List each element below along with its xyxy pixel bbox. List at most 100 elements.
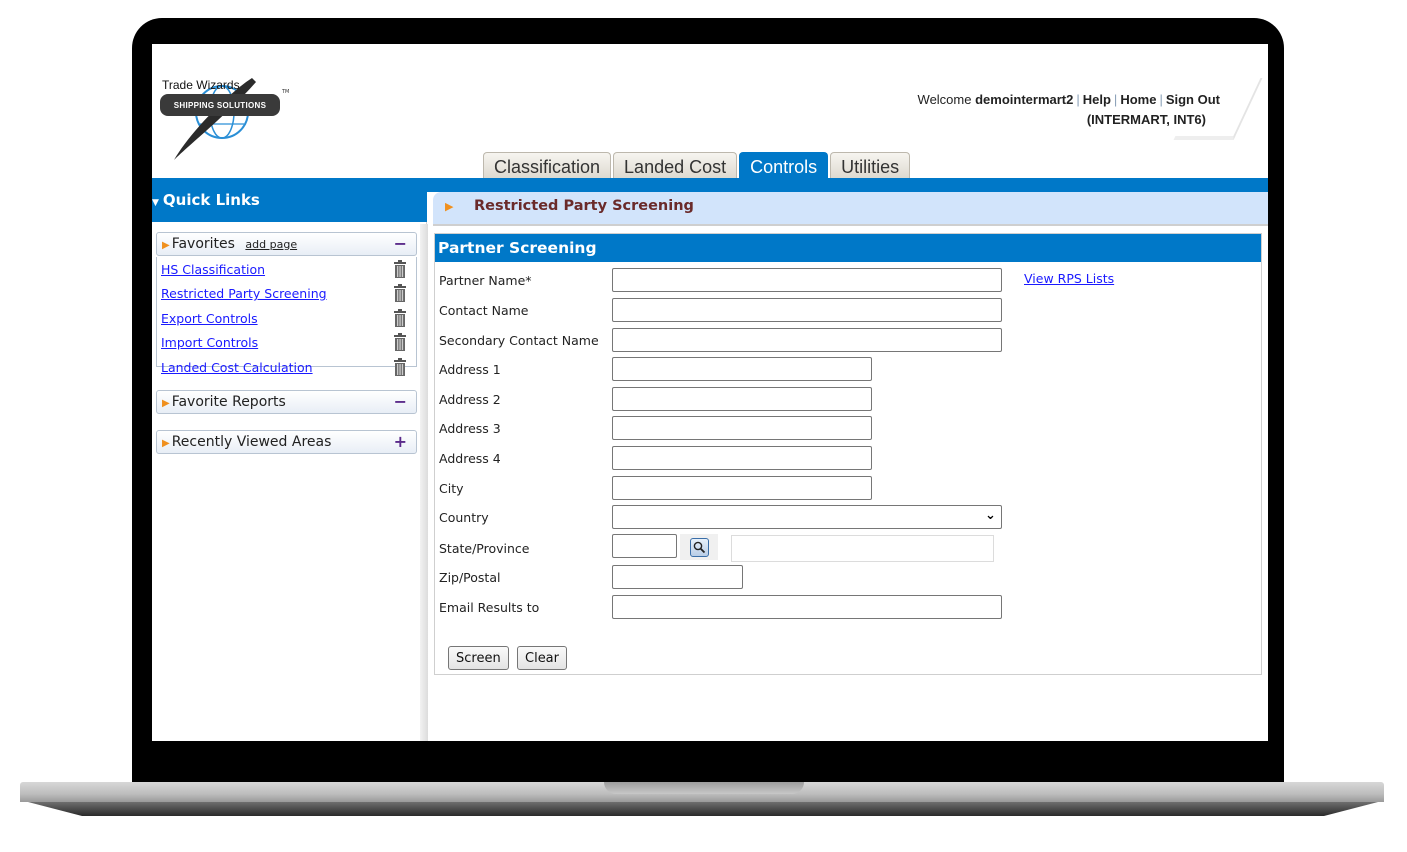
home-link[interactable]: Home xyxy=(1120,92,1156,107)
divider xyxy=(433,224,1268,226)
trash-icon[interactable] xyxy=(393,260,407,278)
favorite-link-hs-classification[interactable]: HS Classification xyxy=(161,262,265,277)
caret-right-icon: ▶ xyxy=(162,240,170,251)
tab-landed-cost[interactable]: Landed Cost xyxy=(613,152,738,179)
user-bar: Welcome demointermart2 | Help | Home | Sign Ou… xyxy=(917,92,1220,127)
magnifier-icon xyxy=(693,541,705,553)
favorite-link-import-controls[interactable]: Import Controls xyxy=(161,335,258,350)
address3-label: Address 3 xyxy=(439,421,501,436)
caret-down-icon: ▼ xyxy=(152,198,159,208)
list-item: Import Controls xyxy=(157,330,416,354)
contact-name-input[interactable] xyxy=(612,298,1002,322)
address2-row: Address 2 xyxy=(439,387,1249,415)
address1-row: Address 1 xyxy=(439,357,1249,385)
favorite-reports-panel-header[interactable]: ▶ Favorite Reports − xyxy=(156,390,417,414)
add-page-link[interactable]: add page xyxy=(245,238,297,251)
contact-name-row: Contact Name xyxy=(439,298,1249,326)
address4-label: Address 4 xyxy=(439,451,501,466)
city-label: City xyxy=(439,481,464,496)
address3-input[interactable] xyxy=(612,416,872,440)
expand-icon[interactable]: + xyxy=(394,432,407,451)
caret-right-icon: ▶ xyxy=(162,438,170,449)
partner-name-label: Partner Name* xyxy=(439,273,532,288)
state-input[interactable] xyxy=(612,534,677,558)
caret-right-icon: ▶ xyxy=(445,200,454,213)
list-item: HS Classification xyxy=(157,257,416,281)
state-lookup-button[interactable] xyxy=(680,534,718,560)
secondary-contact-row: Secondary Contact Name xyxy=(439,328,1249,356)
zip-row: Zip/Postal xyxy=(439,565,1249,593)
recently-viewed-title: Recently Viewed Areas xyxy=(171,434,332,450)
quick-links-title: Quick Links xyxy=(162,191,260,209)
secondary-contact-input[interactable] xyxy=(612,328,1002,352)
page-title: Restricted Party Screening xyxy=(474,198,694,214)
trash-icon[interactable] xyxy=(393,333,407,352)
email-input[interactable] xyxy=(612,595,1002,619)
tab-classification[interactable]: Classification xyxy=(483,152,612,179)
page-header-bar: ▶ Restricted Party Screening xyxy=(433,192,1268,224)
state-row: State/Province xyxy=(439,534,1249,562)
sidebar-resize-handle[interactable] xyxy=(420,224,428,741)
address2-label: Address 2 xyxy=(439,392,501,407)
form-title: Partner Screening xyxy=(435,234,1261,262)
caret-right-icon: ▶ xyxy=(162,398,170,409)
username: demointermart2 xyxy=(975,92,1074,107)
favorite-reports-title: Favorite Reports xyxy=(171,394,286,410)
clear-button[interactable]: Clear xyxy=(517,646,567,670)
collapse-icon[interactable]: − xyxy=(394,234,407,253)
trash-icon[interactable] xyxy=(393,284,407,303)
state-description-field xyxy=(731,535,994,562)
view-rps-lists-link[interactable]: View RPS Lists xyxy=(1024,271,1114,286)
country-row: Country ⌄ xyxy=(439,505,1249,533)
sidebar: ▼ Quick Links ▶ Favorites add page − HS Cl… xyxy=(152,178,427,741)
email-label: Email Results to xyxy=(439,600,540,615)
list-item: Restricted Party Screening xyxy=(157,281,416,305)
city-input[interactable] xyxy=(612,476,872,500)
partner-screening-form: Partner Screening Partner Name* View RPS… xyxy=(434,233,1262,675)
contact-name-label: Contact Name xyxy=(439,303,529,318)
logo-text: Trade Wizards xyxy=(162,78,240,92)
tab-utilities[interactable]: Utilities xyxy=(830,152,911,179)
logo-trademark: TM xyxy=(282,89,290,95)
quick-links-header[interactable]: ▼ Quick Links xyxy=(152,178,427,222)
favorite-link-restricted-party-screening[interactable]: Restricted Party Screening xyxy=(161,286,327,301)
collapse-icon[interactable]: − xyxy=(394,392,407,411)
favorites-title: Favorites xyxy=(171,236,235,252)
main-tabs: Classification Landed Cost Controls Util… xyxy=(483,152,911,179)
favorites-list: HS Classification Restricted Party Scree… xyxy=(156,257,417,376)
logo[interactable]: Trade Wizards SHIPPING SOLUTIONS TM xyxy=(160,72,290,167)
account-info: (INTERMART, INT6) xyxy=(1086,112,1206,127)
address1-input[interactable] xyxy=(612,357,872,381)
tab-controls[interactable]: Controls xyxy=(739,152,829,179)
laptop-base-shadow xyxy=(28,802,1378,816)
welcome-label: Welcome xyxy=(917,92,972,107)
list-item: Landed Cost Calculation xyxy=(157,355,416,379)
sign-out-link[interactable]: Sign Out xyxy=(1166,92,1220,107)
secondary-contact-label: Secondary Contact Name xyxy=(439,333,599,348)
trash-icon[interactable] xyxy=(393,357,407,376)
screen-button[interactable]: Screen xyxy=(448,646,509,670)
help-link[interactable]: Help xyxy=(1083,92,1111,107)
country-label: Country xyxy=(439,510,489,525)
zip-input[interactable] xyxy=(612,565,743,589)
partner-name-row: Partner Name* View RPS Lists xyxy=(439,268,1249,296)
zip-label: Zip/Postal xyxy=(439,570,501,585)
state-label: State/Province xyxy=(439,541,530,556)
favorites-panel-header[interactable]: ▶ Favorites add page − xyxy=(156,232,417,256)
logo-badge: SHIPPING SOLUTIONS xyxy=(160,94,280,116)
address3-row: Address 3 xyxy=(439,416,1249,444)
country-select[interactable] xyxy=(612,505,1002,529)
screen: Trade Wizards SHIPPING SOLUTIONS TM Welc… xyxy=(152,44,1268,741)
address4-input[interactable] xyxy=(612,446,872,470)
city-row: City xyxy=(439,476,1249,504)
favorite-link-export-controls[interactable]: Export Controls xyxy=(161,311,258,326)
address2-input[interactable] xyxy=(612,387,872,411)
partner-name-input[interactable] xyxy=(612,268,1002,292)
address4-row: Address 4 xyxy=(439,446,1249,474)
trash-icon[interactable] xyxy=(393,308,407,327)
recently-viewed-panel-header[interactable]: ▶ Recently Viewed Areas + xyxy=(156,430,417,454)
list-item: Export Controls xyxy=(157,306,416,330)
laptop-notch xyxy=(604,782,804,794)
favorite-link-landed-cost-calculation[interactable]: Landed Cost Calculation xyxy=(161,360,313,375)
email-row: Email Results to xyxy=(439,595,1249,623)
